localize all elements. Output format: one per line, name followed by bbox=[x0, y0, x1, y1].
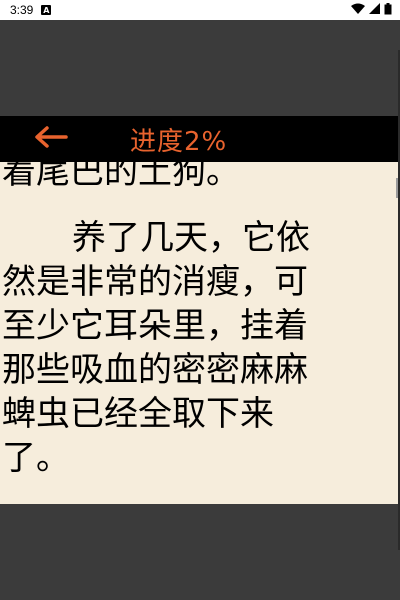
bottom-frame bbox=[0, 504, 400, 600]
signal-icon bbox=[369, 3, 380, 17]
wifi-icon bbox=[351, 3, 365, 17]
progress-title: 进度2% bbox=[130, 126, 228, 157]
reading-page[interactable]: 着尾巴的土狗。 养了几天，它依 然是非常的消瘦，可 至少它耳朵里，挂着 那些吸血… bbox=[0, 162, 400, 504]
text-line: 蜱虫已经全取下来 bbox=[2, 394, 274, 434]
status-time: 3:39 bbox=[10, 3, 34, 17]
status-right bbox=[351, 2, 392, 18]
reader-toolbar: 进度2% bbox=[0, 116, 400, 162]
text-line: 然是非常的消瘦，可 bbox=[2, 262, 308, 302]
notification-icon: A bbox=[41, 5, 52, 15]
back-button[interactable] bbox=[20, 116, 80, 162]
text-block: 着尾巴的土狗。 养了几天，它依 然是非常的消瘦，可 至少它耳朵里，挂着 那些吸血… bbox=[0, 162, 400, 480]
status-bar: 3:39 A bbox=[0, 0, 400, 20]
battery-icon bbox=[384, 2, 392, 18]
text-line: 着尾巴的土狗。 bbox=[2, 162, 240, 192]
arrow-left-icon bbox=[32, 125, 68, 153]
text-line: 养了几天，它依 bbox=[72, 218, 310, 258]
status-left: 3:39 A bbox=[10, 3, 52, 17]
text-line: 了。 bbox=[2, 438, 70, 478]
text-line: 至少它耳朵里，挂着 bbox=[2, 306, 308, 346]
top-frame bbox=[0, 20, 400, 116]
text-line: 那些吸血的密密麻麻 bbox=[2, 350, 308, 390]
